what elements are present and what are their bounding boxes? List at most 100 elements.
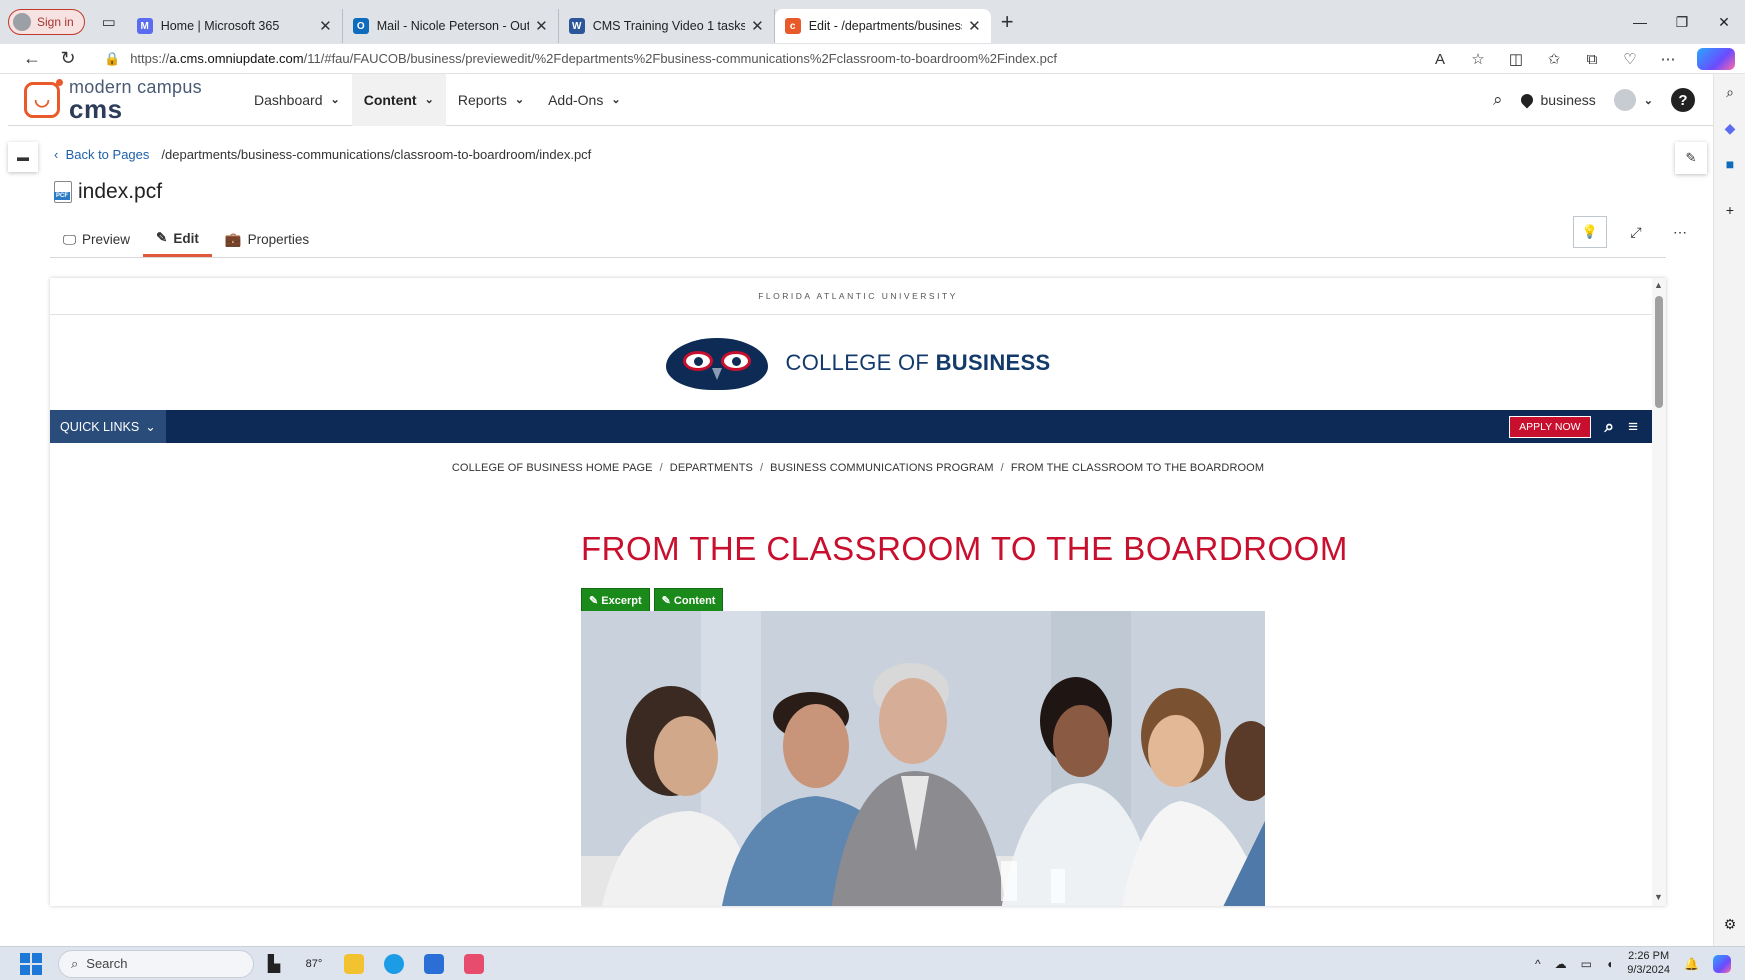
tab-title: Home | Microsoft 365	[160, 19, 280, 33]
breadcrumb-link[interactable]: DEPARTMENTS	[670, 462, 753, 474]
browser-tab-word-doc[interactable]: W CMS Training Video 1 tasks.docx ✕	[559, 9, 775, 43]
breadcrumb-link[interactable]: COLLEGE OF BUSINESS HOME PAGE	[452, 462, 653, 474]
site-search-icon[interactable]: ⌕	[1605, 417, 1615, 437]
more-menu-icon[interactable]: ⋯	[1649, 50, 1687, 68]
copilot-icon[interactable]	[1697, 48, 1735, 70]
windows-start-icon[interactable]	[20, 952, 42, 975]
new-tab-icon[interactable]: +	[1001, 9, 1014, 35]
tab-properties[interactable]: 💼 Properties	[212, 222, 322, 257]
more-options-icon[interactable]: ⋯	[1665, 224, 1695, 241]
site-selector[interactable]: business	[1518, 91, 1596, 109]
browser-toolbar: A ☆ ◫ ✩ ⧉ ♡ ⋯	[1421, 44, 1745, 74]
show-hidden-icons-icon[interactable]: ^	[1535, 957, 1541, 971]
breadcrumb-link[interactable]: BUSINESS COMMUNICATIONS PROGRAM	[770, 462, 994, 474]
edge-browser-icon[interactable]	[374, 947, 414, 980]
page-tools: 💡 ⤢ ⋯	[1573, 216, 1695, 248]
edit-excerpt-button[interactable]: ✎ Excerpt	[581, 588, 650, 613]
tab-edit[interactable]: ✎ Edit	[143, 222, 212, 257]
edit-content-button[interactable]: ✎ Content	[653, 588, 724, 613]
college-bold: BUSINESS	[935, 349, 1051, 375]
add-sidebar-icon[interactable]: +	[1714, 202, 1745, 218]
sign-in-button[interactable]: Sign in	[8, 9, 85, 35]
fau-owl-logo-icon[interactable]	[665, 334, 768, 392]
global-search-icon[interactable]: ⌕	[1493, 90, 1503, 110]
breadcrumb-current: FROM THE CLASSROOM TO THE BOARDROOM	[1010, 462, 1265, 474]
file-navigation-toggle-icon[interactable]: ▬	[8, 142, 38, 172]
sign-in-label: Sign in	[37, 15, 74, 29]
user-menu[interactable]: ⌄	[1613, 89, 1653, 111]
taskbar-search[interactable]: ⌕ Search	[58, 949, 254, 978]
menu-add-ons[interactable]: Add-Ons ⌄	[536, 74, 632, 126]
word-favicon-icon: W	[568, 18, 585, 34]
browser-tab-microsoft365[interactable]: M Home | Microsoft 365 ✕	[127, 9, 343, 43]
settings-gear-icon[interactable]: ⚙	[1714, 916, 1745, 933]
read-aloud-icon[interactable]: A	[1421, 51, 1459, 68]
pcf-file-icon: PCF	[54, 181, 72, 203]
reload-icon[interactable]: ↻	[50, 48, 86, 69]
modern-campus-logo[interactable]: ◡ modern campus cms	[24, 78, 224, 122]
favorite-star-icon[interactable]: ☆	[1459, 50, 1497, 68]
chevron-down-icon: ⌄	[330, 94, 340, 106]
logo-line1: modern campus	[69, 76, 202, 97]
tab-preview[interactable]: 🖵 Preview	[50, 222, 143, 257]
close-window-icon[interactable]: ✕	[1703, 0, 1745, 44]
restore-icon[interactable]: ❐	[1661, 0, 1703, 44]
url-field[interactable]: https://a.cms.omniupdate.com/11/#fau/FAU…	[130, 51, 1057, 66]
system-clock[interactable]: 2:26 PM 9/3/2024	[1627, 950, 1670, 978]
close-tab-icon[interactable]: ✕	[319, 17, 332, 35]
volume-icon[interactable]: ◖	[1606, 957, 1613, 971]
minimize-icon[interactable]: —	[1619, 0, 1661, 44]
snipping-tool-icon[interactable]	[454, 947, 494, 980]
browser-tab-cms-edit[interactable]: c Edit - /departments/business-con ✕	[774, 9, 991, 43]
site-breadcrumb: COLLEGE OF BUSINESS HOME PAGE / DEPARTMENT…	[50, 462, 1666, 474]
menu-label: Dashboard	[254, 91, 323, 108]
close-tab-icon[interactable]: ✕	[968, 17, 981, 35]
task-view-icon[interactable]: ▙	[254, 947, 294, 980]
lock-icon[interactable]: 🔒	[104, 51, 120, 67]
college-name[interactable]: COLLEGE OF BUSINESS	[786, 350, 1051, 376]
menu-dashboard[interactable]: Dashboard ⌄	[242, 74, 352, 126]
meeting-illustration	[581, 611, 1265, 906]
network-icon[interactable]: ▭	[1581, 957, 1592, 971]
tab-actions-icon[interactable]: ▭	[95, 8, 123, 36]
preview-scrollbar[interactable]: ▲ ▼	[1652, 278, 1666, 906]
browser-tab-outlook[interactable]: O Mail - Nicole Peterson - Outlook ✕	[343, 9, 559, 43]
scrollbar-thumb[interactable]	[1655, 296, 1663, 408]
close-tab-icon[interactable]: ✕	[751, 17, 764, 35]
onedrive-icon[interactable]: ☁	[1555, 957, 1567, 971]
collections-icon[interactable]: ⧉	[1573, 51, 1611, 68]
chevron-down-icon: ⌄	[1643, 94, 1653, 107]
pencil-icon: ✎	[156, 230, 168, 245]
microsoft-store-icon[interactable]	[414, 947, 454, 980]
apply-now-button[interactable]: APPLY NOW	[1509, 415, 1591, 438]
browser-essentials-icon[interactable]: ♡	[1611, 50, 1649, 68]
quick-links-dropdown[interactable]: QUICK LINKS ⌄	[50, 410, 166, 443]
cms-favicon-icon: c	[784, 18, 801, 34]
menu-reports[interactable]: Reports ⌄	[446, 74, 536, 126]
file-explorer-icon[interactable]	[334, 947, 374, 980]
outlook-sidebar-icon[interactable]: ■	[1714, 156, 1745, 172]
tab-label: Properties	[247, 232, 310, 247]
weather-icon[interactable]: 87°	[294, 947, 334, 980]
microsoft365-sidebar-icon[interactable]: ◆	[1714, 120, 1745, 137]
favorites-icon[interactable]: ✩	[1535, 50, 1573, 68]
expand-icon[interactable]: ⤢	[1621, 224, 1651, 241]
search-sidebar-icon[interactable]: ⌕	[1714, 84, 1745, 101]
gadgets-toggle-icon[interactable]: ✎	[1675, 142, 1707, 174]
header-utilities: ⌕ business ⌄ ?	[1493, 74, 1695, 126]
help-icon[interactable]: ?	[1671, 88, 1695, 112]
close-tab-icon[interactable]: ✕	[535, 17, 548, 35]
breadcrumb-separator: /	[1000, 462, 1004, 474]
back-to-pages-link[interactable]: ‹ Back to Pages	[54, 147, 149, 162]
profile-avatar-icon	[13, 13, 31, 31]
notification-bell-icon[interactable]: 🔔	[1684, 957, 1699, 971]
scroll-down-icon[interactable]: ▼	[1654, 892, 1663, 902]
hamburger-menu-icon[interactable]: ≡	[1628, 417, 1638, 437]
scroll-up-icon[interactable]: ▲	[1654, 280, 1663, 290]
copilot-taskbar-icon[interactable]	[1713, 955, 1731, 973]
split-screen-icon[interactable]: ◫	[1497, 50, 1535, 68]
url-host: a.cms.omniupdate.com	[169, 51, 304, 66]
lightbulb-icon[interactable]: 💡	[1573, 216, 1607, 248]
back-arrow-icon[interactable]: ←	[14, 48, 50, 69]
menu-content[interactable]: Content ⌄	[351, 73, 446, 126]
